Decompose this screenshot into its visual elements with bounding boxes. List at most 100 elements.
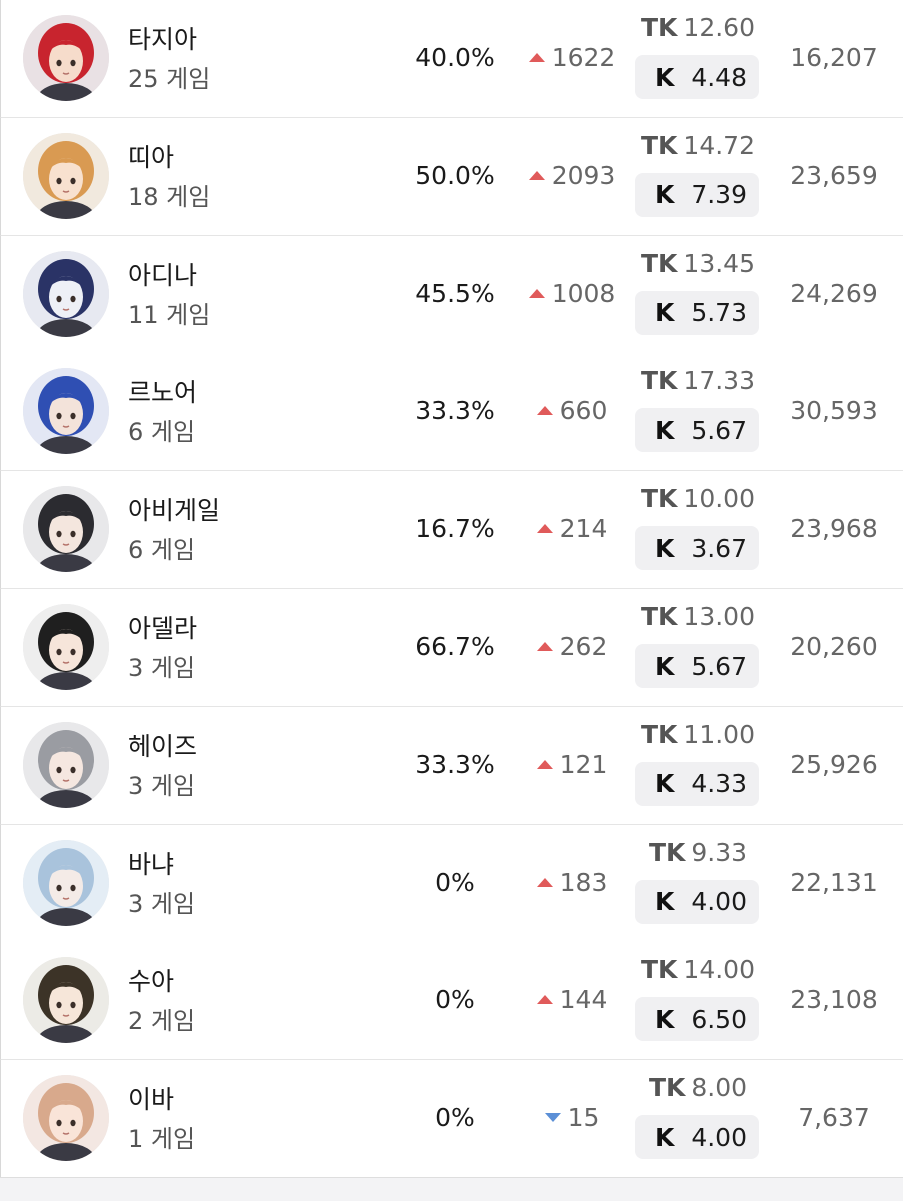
win-rate: 40.0% [415, 43, 495, 72]
rating-change: 144 [513, 985, 631, 1014]
tk-stat: TK 13.00 [635, 602, 761, 631]
stats-row[interactable]: 타지아 25 게임 40.0% 1622 TK 12.60 K 4.48 16,2… [0, 0, 903, 118]
win-rate: 66.7% [415, 632, 495, 661]
tk-stat: TK 14.00 [635, 955, 761, 984]
k-stat-box: K 4.48 [635, 55, 759, 99]
triangle-up-icon [536, 642, 553, 651]
score-value: 25,926 [790, 749, 878, 779]
tk-value: 14.72 [683, 130, 755, 160]
tk-value: 11.00 [683, 719, 755, 749]
games-count: 11 게임 [128, 300, 211, 329]
score-value: 23,659 [790, 160, 878, 190]
character-avatar [23, 957, 109, 1044]
tk-value: 10.00 [683, 484, 755, 514]
k-label: K [655, 533, 675, 563]
k-label: K [655, 1122, 675, 1152]
stats-row[interactable]: 아델라 3 게임 66.7% 262 TK 13.00 K 5.67 20,260 [0, 589, 903, 707]
stats-row[interactable]: 아디나 11 게임 45.5% 1008 TK 13.45 K 5.73 24,2… [0, 235, 903, 354]
stats-row[interactable]: 수아 2 게임 0% 144 TK 14.00 K 6.50 23,108 [0, 942, 903, 1061]
character-avatar [23, 486, 109, 573]
stats-row[interactable]: 르노어 6 게임 33.3% 660 TK 17.33 K 5.67 30,593 [0, 353, 903, 472]
character-name: 이바 [128, 1085, 175, 1115]
k-stat-box: K 3.67 [635, 526, 759, 571]
win-rate: 0% [435, 867, 475, 897]
score-value: 22,131 [790, 867, 878, 897]
tk-stat: TK 13.45 [635, 249, 761, 278]
portrait-icon [23, 604, 109, 690]
score-value: 23,108 [790, 985, 878, 1015]
k-value: 4.48 [691, 62, 747, 92]
k-value: 6.50 [691, 1004, 747, 1034]
win-rate: 45.5% [415, 278, 495, 308]
character-name: 르노어 [128, 378, 198, 408]
rating-change: 214 [513, 514, 631, 543]
character-name: 수아 [128, 967, 175, 997]
win-rate: 33.3% [415, 749, 495, 779]
games-count: 18 게임 [128, 182, 211, 211]
k-value: 5.73 [691, 298, 747, 328]
games-count: 3 게임 [128, 654, 196, 682]
triangle-up-icon [528, 170, 545, 180]
triangle-up-icon [536, 877, 553, 887]
tk-label: TK [640, 484, 678, 514]
stats-row[interactable]: 헤이즈 3 게임 33.3% 121 TK 11.00 K 4.33 25,926 [0, 706, 903, 825]
rating-change: 2093 [513, 161, 631, 190]
k-label: K [655, 180, 675, 210]
stats-row[interactable]: 바냐 3 게임 0% 183 TK 9.33 K 4.00 22,131 [0, 824, 903, 943]
tk-value: 13.45 [683, 248, 755, 278]
rating-change: 660 [513, 396, 631, 425]
tk-value: 9.33 [691, 837, 748, 867]
tk-value: 13.00 [683, 602, 755, 631]
games-count: 2 게임 [128, 1007, 196, 1036]
stats-row[interactable]: 이바 1 게임 0% 15 TK 8.00 K 4.00 7,637 [0, 1060, 903, 1179]
tk-stat: TK 14.72 [635, 131, 761, 160]
rating-change: 121 [513, 750, 631, 779]
tk-label: TK [640, 13, 678, 42]
character-avatar [23, 1075, 109, 1162]
stats-row[interactable]: 아비게일 6 게임 16.7% 214 TK 10.00 K 3.67 23,96… [0, 471, 903, 590]
k-value: 4.33 [691, 769, 747, 799]
score-value: 7,637 [798, 1103, 870, 1133]
tk-label: TK [640, 719, 678, 749]
score-value: 20,260 [790, 632, 878, 661]
score-value: 30,593 [790, 396, 878, 426]
k-value: 7.39 [691, 180, 747, 210]
character-name: 아비게일 [128, 496, 221, 526]
rating-change: 183 [513, 868, 631, 897]
tk-stat: TK 11.00 [635, 720, 761, 749]
k-label: K [655, 62, 675, 92]
character-avatar [23, 604, 109, 690]
character-name: 타지아 [128, 25, 198, 54]
rating-change-value: 144 [559, 985, 608, 1015]
k-stat-box: K 6.50 [635, 997, 759, 1042]
character-avatar [23, 839, 109, 926]
rating-change: 262 [513, 632, 631, 661]
portrait-icon [23, 486, 109, 573]
portrait-icon [23, 15, 109, 101]
portrait-icon [23, 1075, 109, 1162]
k-value: 4.00 [691, 1122, 747, 1152]
portrait-icon [23, 721, 109, 808]
stats-row[interactable]: 띠아 18 게임 50.0% 2093 TK 14.72 K 7.39 23,65… [0, 117, 903, 236]
character-name: 아델라 [128, 614, 198, 643]
games-count: 3 게임 [128, 889, 196, 918]
score-value: 23,968 [790, 514, 878, 544]
triangle-up-icon [536, 406, 553, 416]
tk-value: 8.00 [691, 1073, 748, 1103]
k-label: K [655, 887, 675, 917]
tk-value: 14.00 [683, 955, 755, 985]
k-label: K [655, 415, 675, 445]
portrait-icon [23, 132, 109, 219]
character-name: 띠아 [128, 142, 175, 172]
rating-change: 15 [513, 1103, 631, 1132]
k-stat-box: K 5.67 [635, 644, 759, 688]
win-rate: 33.3% [415, 396, 495, 426]
character-avatar [23, 250, 109, 337]
character-name: 바냐 [128, 849, 175, 879]
k-label: K [655, 769, 675, 799]
triangle-up-icon [528, 288, 545, 298]
games-count: 6 게임 [128, 536, 196, 565]
k-stat-box: K 5.73 [635, 290, 759, 335]
k-stat-box: K 5.67 [635, 408, 759, 453]
character-avatar [23, 15, 109, 101]
